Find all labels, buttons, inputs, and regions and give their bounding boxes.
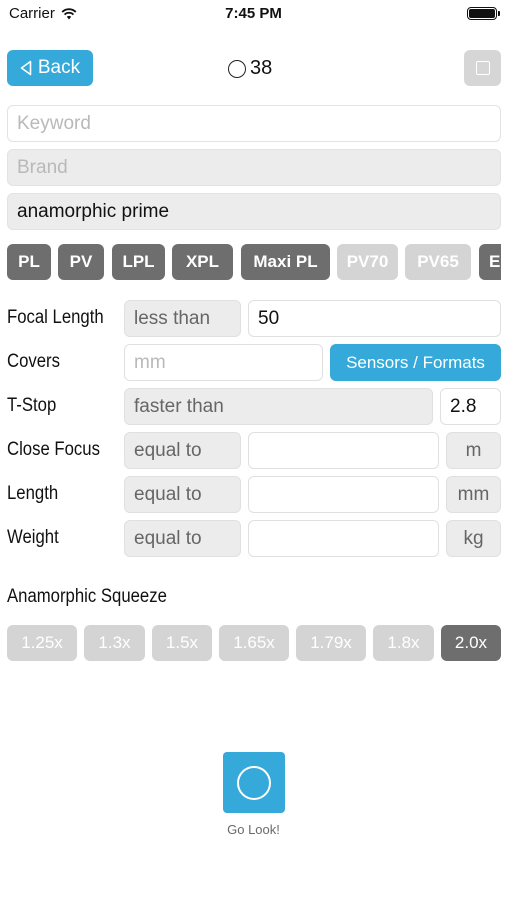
squeeze-chip-2-0x[interactable]: 2.0x [441,625,501,661]
keyword-placeholder: Keyword [17,112,91,134]
result-count: 38 [228,57,272,80]
mount-chip-pv65[interactable]: PV65 [405,244,471,280]
square-icon [475,61,490,75]
squeeze-chip-1-65x[interactable]: 1.65x [219,625,289,661]
sensors-formats-button[interactable]: Sensors / Formats [330,344,501,381]
brand-input[interactable]: Brand [7,149,501,186]
weight-label: Weight [7,527,59,548]
length-operator[interactable]: equal to [124,476,241,513]
select-toggle-button[interactable] [464,50,501,86]
focal-length-input[interactable]: 50 [248,300,501,337]
squeeze-chip-1-5x[interactable]: 1.5x [152,625,212,661]
t-stop-label: T-Stop [7,395,57,416]
mount-chip-pl[interactable]: PL [7,244,51,280]
mount-chip-maxi-pl[interactable]: Maxi PL [241,244,330,280]
series-input[interactable]: anamorphic prime [7,193,501,230]
covers-label: Covers [7,351,60,372]
weight-unit[interactable]: kg [446,520,501,557]
result-count-value: 38 [250,57,273,79]
mount-chip-xpl[interactable]: XPL [172,244,233,280]
back-button[interactable]: Back [7,50,93,86]
squeeze-chip-1-3x[interactable]: 1.3x [84,625,145,661]
mount-chip-row: PL PV LPL XPL Maxi PL PV70 PV65 E [7,244,501,280]
status-time: 7:45 PM [225,5,282,22]
squeeze-chip-1-79x[interactable]: 1.79x [296,625,366,661]
length-label: Length [7,483,59,504]
close-focus-input[interactable] [248,432,439,469]
mount-chip-pv[interactable]: PV [58,244,104,280]
weight-input[interactable] [248,520,439,557]
focal-length-label: Focal Length [7,307,104,328]
go-look-label: Go Look! [227,822,280,837]
go-look-button[interactable] [223,752,285,813]
back-triangle-icon [20,60,32,76]
lens-circle-icon [237,765,271,800]
focal-length-operator[interactable]: less than [124,300,241,337]
mount-chip-lpl[interactable]: LPL [112,244,165,280]
covers-input[interactable]: mm [124,344,323,381]
squeeze-chip-1-8x[interactable]: 1.8x [373,625,434,661]
close-focus-operator[interactable]: equal to [124,432,241,469]
close-focus-unit[interactable]: m [446,432,501,469]
weight-operator[interactable]: equal to [124,520,241,557]
battery-icon [467,7,500,20]
back-label: Back [37,57,81,78]
t-stop-operator[interactable]: faster than [124,388,433,425]
length-input[interactable] [248,476,439,513]
mount-chip-pv70[interactable]: PV70 [337,244,398,280]
keyword-input[interactable]: Keyword [7,105,501,142]
t-stop-input[interactable]: 2.8 [440,388,501,425]
squeeze-title: Anamorphic Squeeze [7,586,167,607]
brand-placeholder: Brand [17,156,68,178]
length-unit[interactable]: mm [446,476,501,513]
mount-chip-e[interactable]: E [479,244,501,280]
series-value: anamorphic prime [17,200,170,222]
squeeze-chip-1-25x[interactable]: 1.25x [7,625,77,661]
close-focus-label: Close Focus [7,439,100,460]
lens-circle-icon [228,59,246,78]
